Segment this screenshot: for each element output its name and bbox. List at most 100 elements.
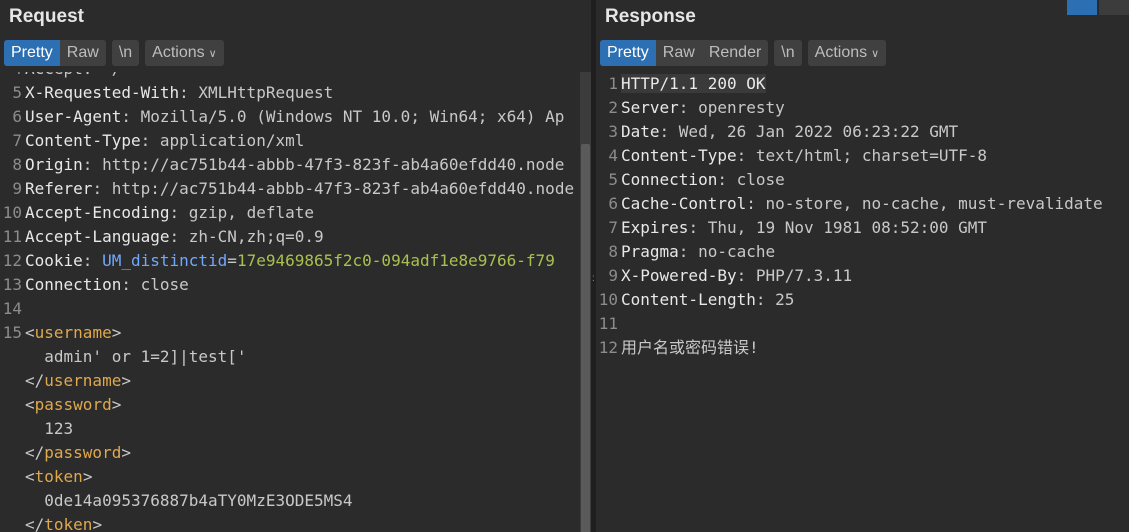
response-actions-label: Actions [814,44,868,61]
code-token: Origin [25,155,83,174]
request-actions-button[interactable]: Actions ∨ [145,40,224,66]
layout-stacked-icon[interactable] [1099,0,1129,15]
code-token: Accept-Encoding [25,203,170,222]
code-token: : no-store, no-cache, must-revalidate [746,194,1103,213]
code-line: 9 X-Powered-By: PHP/7.3.11 [596,264,852,288]
code-token: token [34,467,83,486]
code-line: 6 User-Agent: Mozilla/5.0 (Windows NT 10.… [0,105,564,129]
line-number: 12 [598,338,618,357]
response-editor[interactable]: 1 HTTP/1.1 200 OK 2 Server: openresty 3 Date:… [596,72,1129,532]
line-number: 13 [2,275,22,294]
code-line: 8 Origin: http://ac751b44-abbb-47f3-823f-… [0,153,564,177]
line-number: 14 [2,299,22,318]
code-token: Cache-Control [621,194,747,213]
code-token: </ [25,443,45,462]
line-number: 11 [598,314,618,333]
line-content: <username> [25,323,121,342]
line-content: Pragma: no-cache [621,242,775,261]
code-token: Date [621,122,660,141]
code-token: : PHP/7.3.11 [736,266,853,285]
code-token: : gzip, deflate [169,203,315,222]
code-token: 0de14a095376887b4aTY0MzE3ODE5MS4 [25,491,353,510]
code-token: : http://ac751b44-abbb-47f3-823f-ab4a60e… [82,155,565,174]
code-token: Content-Type [621,146,737,165]
line-content: </token> [25,515,102,532]
response-tab-pretty[interactable]: Pretty [600,40,656,66]
request-tab-pretty[interactable]: Pretty [4,40,60,66]
line-number: 5 [608,170,618,189]
line-content: Content-Type: application/xml [25,131,304,150]
line-content: <password> [25,395,121,414]
line-content: X-Powered-By: PHP/7.3.11 [621,266,852,285]
line-content: X-Requested-With: XMLHttpRequest [25,83,333,102]
request-scrollbar[interactable] [580,72,591,532]
code-line: 6 Cache-Control: no-store, no-cache, must… [596,192,1103,216]
line-number: 4 [608,146,618,165]
response-newline-toggle[interactable]: \n [774,40,801,66]
code-line: admin' or 1=2]|test[' [0,345,246,369]
line-number: 6 [12,107,22,126]
code-token: > [92,515,103,532]
code-line: 8 Pragma: no-cache [596,240,775,264]
request-tab-raw[interactable]: Raw [60,40,106,66]
code-token: 用户名或密码错误! [621,338,759,357]
line-content: </password> [25,443,131,462]
code-token: </ [25,371,45,390]
chevron-down-icon: ∨ [208,48,217,60]
layout-side-by-side-icon[interactable] [1067,0,1097,15]
line-content: Accept-Encoding: gzip, deflate [25,203,314,222]
code-token: : [82,251,103,270]
code-token: X-Powered-By [621,266,737,285]
request-editor[interactable]: 4Accept: */*5X-Requested-With: XMLHttpRe… [0,72,591,532]
line-content: Connection: close [25,275,189,294]
code-token: Accept: */* [25,72,131,78]
request-scrollbar-thumb[interactable] [581,144,590,532]
code-line: 12 Cookie: UM_distinctid=17e9469865f2c0-0… [0,249,555,273]
code-line: 0de14a095376887b4aTY0MzE3ODE5MS4 [0,489,353,513]
code-line: <password> [0,393,121,417]
line-content: Content-Length: 25 [621,290,794,309]
line-number: 9 [12,179,22,198]
line-number: 5 [12,83,22,102]
code-line: 7 Expires: Thu, 19 Nov 1981 08:52:00 GMT [596,216,987,240]
code-token: : openresty [678,98,785,117]
line-number: 4 [0,72,22,81]
code-token: Content-Type [25,131,141,150]
code-line: 10 Accept-Encoding: gzip, deflate [0,201,314,225]
line-number: 7 [608,218,618,237]
code-token: Connection [621,170,718,189]
code-line: 11 [596,312,621,336]
code-line: 7 Content-Type: application/xml [0,129,304,153]
response-view-tabs: Pretty Raw Render [600,40,769,66]
line-number: 8 [12,155,22,174]
line-content: HTTP/1.1 200 OK [621,74,766,93]
code-token: password [34,395,112,414]
layout-toggle [1065,0,1129,15]
response-actions-group: Actions ∨ [807,40,887,66]
line-content: Connection: close [621,170,785,189]
line-number: 12 [2,251,22,270]
code-token: 123 [25,419,74,438]
code-line: 9 Referer: http://ac751b44-abbb-47f3-823f… [0,177,574,201]
code-token: : Mozilla/5.0 (Windows NT 10.0; Win64; x… [121,107,565,126]
response-actions-button[interactable]: Actions ∨ [808,40,887,66]
request-newline-toggle[interactable]: \n [112,40,139,66]
response-tab-raw[interactable]: Raw [656,40,702,66]
code-token: : no-cache [678,242,776,261]
code-token: User-Agent [25,107,122,126]
code-token: Expires [621,218,689,237]
response-title: Response [605,6,696,27]
line-number: 9 [608,266,618,285]
code-token: : application/xml [140,131,305,150]
code-line: 2 Server: openresty [596,96,785,120]
line-number: 6 [608,194,618,213]
code-token: > [121,443,131,462]
code-line: 5 Connection: close [596,168,785,192]
line-content: Accept-Language: zh-CN,zh;q=0.9 [25,227,324,246]
line-content: 0de14a095376887b4aTY0MzE3ODE5MS4 [25,491,353,510]
code-line: </username> [0,369,131,393]
code-line: </token> [0,513,102,532]
line-content: Accept: */* [25,72,131,78]
response-tab-render[interactable]: Render [702,40,768,66]
line-number: 10 [598,290,618,309]
